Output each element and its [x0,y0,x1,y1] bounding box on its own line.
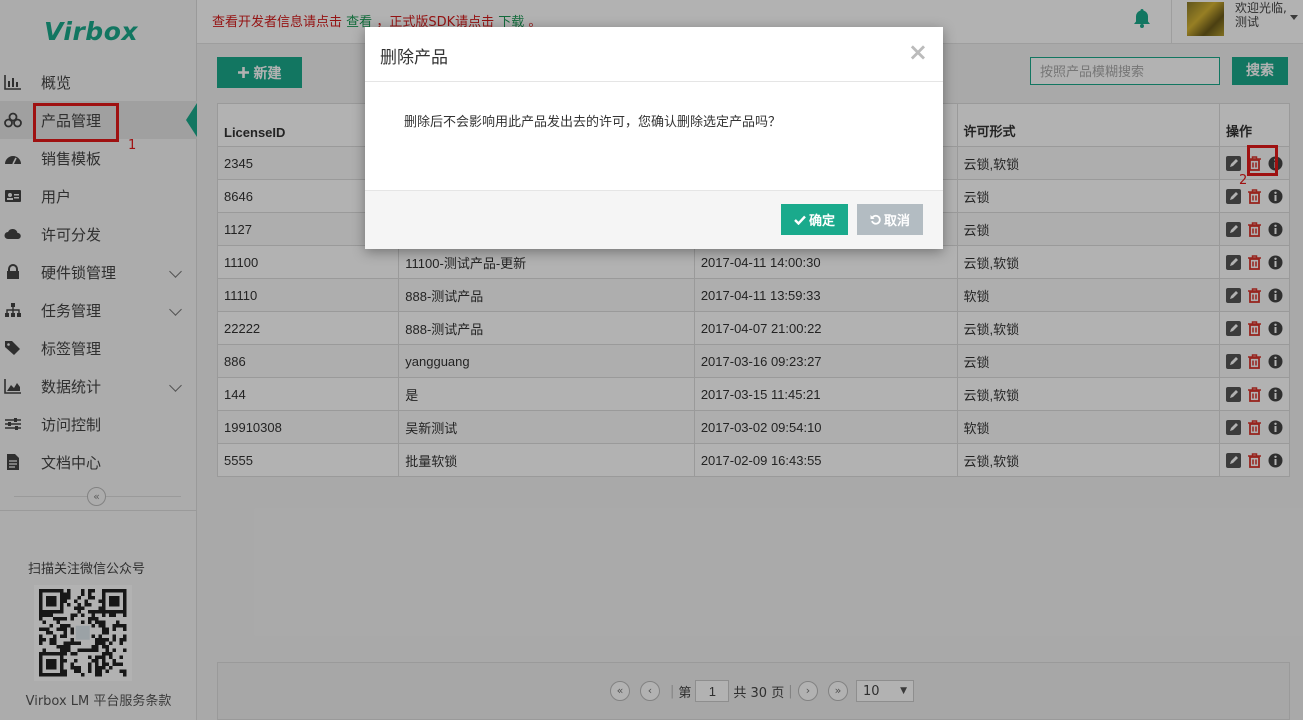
cancel-button[interactable]: 取消 [857,204,923,235]
delete-product-dialog: 删除产品 × 删除后不会影响用此产品发出去的许可，您确认删除选定产品吗？ 确定 … [365,27,943,249]
confirm-label: 确定 [808,214,835,229]
confirm-button[interactable]: 确定 [781,204,848,235]
close-icon[interactable]: × [908,39,928,65]
cancel-label: 取消 [883,214,910,229]
divider [365,81,943,82]
undo-icon [870,214,881,225]
dialog-title: 删除产品 [380,48,448,68]
dialog-footer: 确定 取消 [365,190,943,249]
dialog-message: 删除后不会影响用此产品发出去的许可，您确认删除选定产品吗？ [404,115,782,130]
check-icon [794,215,806,225]
